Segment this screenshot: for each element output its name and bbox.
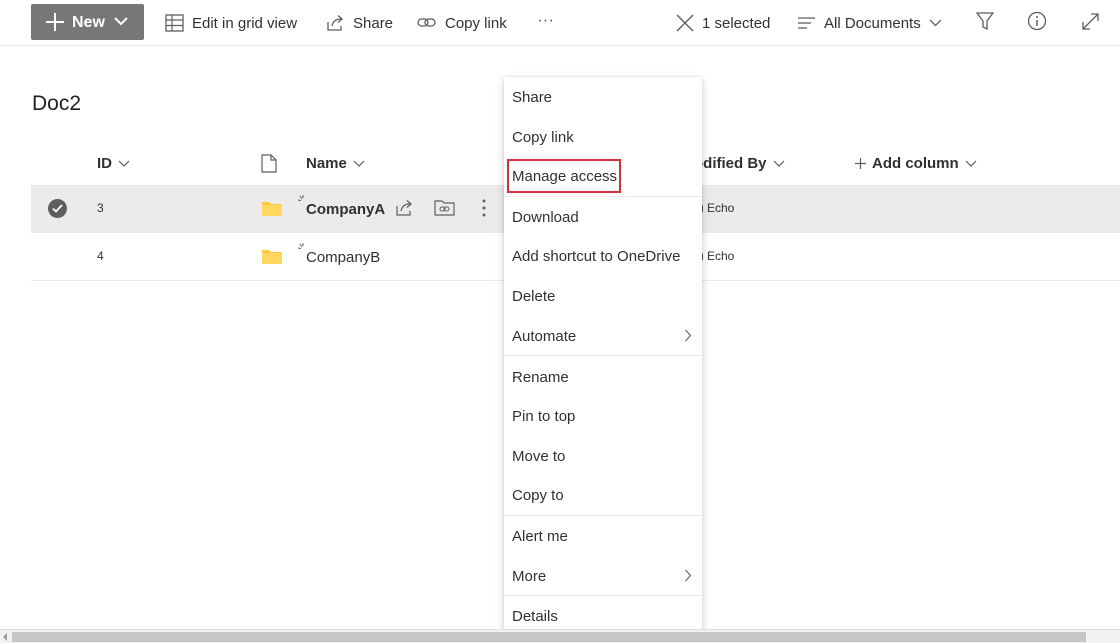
menu-item-label: More [512, 567, 547, 585]
link-icon [417, 18, 436, 27]
plus-icon [46, 13, 64, 31]
column-header-name-label: Name [306, 154, 347, 172]
new-button-label: New [72, 14, 105, 31]
expand-icon[interactable] [1081, 12, 1100, 31]
page-title: Doc2 [32, 92, 82, 115]
add-column-label: Add column [872, 154, 959, 172]
filter-icon[interactable] [976, 12, 994, 31]
folder-icon [262, 202, 282, 216]
clear-selection-button[interactable]: 1 selected [676, 12, 770, 34]
chevron-down-icon [353, 160, 365, 167]
cell-name[interactable]: CompanyB [306, 249, 380, 266]
menu-item-label: Details [512, 607, 558, 625]
sync-shortcut-icon[interactable] [434, 198, 455, 217]
chevron-down-icon [929, 19, 942, 27]
menu-item-automate[interactable]: Automate [504, 317, 702, 355]
menu-item-label: Pin to top [512, 407, 576, 425]
share-icon[interactable] [395, 198, 415, 217]
share-icon [327, 15, 343, 31]
file-type-icon [261, 154, 277, 173]
menu-item-add-shortcut[interactable]: Add shortcut to OneDrive [504, 237, 702, 275]
menu-item-label: Download [512, 208, 579, 226]
column-header-name[interactable]: Name [306, 150, 365, 176]
more-vertical-icon[interactable] [481, 198, 487, 218]
copy-link-button[interactable]: Copy link [417, 12, 507, 34]
chevron-down-icon [773, 160, 784, 167]
scrollbar-thumb[interactable] [12, 632, 1086, 642]
horizontal-scrollbar[interactable] [0, 629, 1120, 643]
chevron-right-icon [685, 329, 692, 342]
close-icon [676, 14, 694, 32]
share-button[interactable]: Share [326, 12, 393, 34]
folder-icon [262, 250, 282, 264]
more-icon: ··· [537, 10, 554, 29]
menu-item-label: Delete [512, 287, 556, 305]
command-bar: New Edit in grid view Share Copy link ··… [0, 0, 1120, 46]
grid-icon [165, 14, 184, 32]
menu-item-share[interactable]: Share [504, 78, 702, 116]
menu-item-label: Automate [512, 327, 577, 345]
selected-count-label: 1 selected [702, 14, 771, 32]
column-header-id-label: ID [97, 154, 112, 172]
add-column-button[interactable]: Add column [855, 150, 977, 176]
chevron-down-icon [965, 160, 977, 167]
view-switcher[interactable]: All Documents [797, 12, 950, 34]
cell-id: 3 [97, 201, 104, 215]
chevron-down-icon [114, 17, 128, 26]
menu-divider [504, 355, 702, 356]
share-label: Share [353, 14, 394, 32]
menu-item-manage-access[interactable]: Manage access [504, 157, 702, 195]
menu-item-delete[interactable]: Delete [504, 277, 702, 315]
context-menu: Share Copy link Manage access Download A… [504, 77, 702, 636]
cell-modified-by: u Echo [697, 249, 735, 263]
menu-item-move-to[interactable]: Move to [504, 437, 702, 475]
menu-divider [504, 196, 702, 197]
menu-item-label: Move to [512, 447, 566, 465]
info-icon[interactable] [1027, 11, 1047, 31]
column-header-id[interactable]: ID [97, 150, 130, 176]
edit-grid-view-label: Edit in grid view [192, 14, 298, 32]
menu-item-download[interactable]: Download [504, 198, 702, 236]
menu-divider [504, 515, 702, 516]
menu-item-label: Add shortcut to OneDrive [512, 247, 681, 265]
chevron-down-icon [118, 160, 130, 167]
column-header-modified-by-label: odified By [694, 154, 767, 172]
cell-id: 4 [97, 249, 104, 263]
cell-name[interactable]: CompanyA [306, 201, 385, 218]
edit-grid-view-button[interactable]: Edit in grid view [165, 12, 297, 34]
column-header-modified-by[interactable]: odified By [694, 150, 785, 176]
menu-item-label: Alert me [512, 527, 568, 545]
menu-item-label: Copy to [512, 486, 564, 504]
chevron-right-icon [685, 569, 692, 582]
menu-item-alert-me[interactable]: Alert me [504, 517, 702, 555]
view-switcher-label: All Documents [824, 14, 921, 32]
menu-divider [504, 595, 702, 596]
menu-item-label: Manage access [512, 167, 618, 185]
menu-item-copy-to[interactable]: Copy to [504, 476, 702, 514]
scroll-left-arrow-icon[interactable] [2, 633, 8, 641]
menu-item-rename[interactable]: Rename [504, 358, 702, 396]
menu-item-copy-link[interactable]: Copy link [504, 118, 702, 156]
new-button[interactable]: New [31, 4, 144, 40]
view-list-icon [798, 17, 815, 29]
more-options-button[interactable]: ··· [537, 9, 554, 31]
menu-item-label: Rename [512, 368, 569, 386]
plus-icon [855, 157, 866, 169]
row-checkbox[interactable] [48, 199, 67, 218]
menu-item-label: Share [512, 88, 553, 106]
menu-item-pin-to-top[interactable]: Pin to top [504, 397, 702, 435]
menu-item-label: Copy link [512, 128, 574, 146]
cell-modified-by: u Echo [697, 201, 735, 215]
menu-item-more[interactable]: More [504, 557, 702, 595]
checkmark-icon [52, 204, 63, 213]
copy-link-label: Copy link [445, 14, 507, 32]
